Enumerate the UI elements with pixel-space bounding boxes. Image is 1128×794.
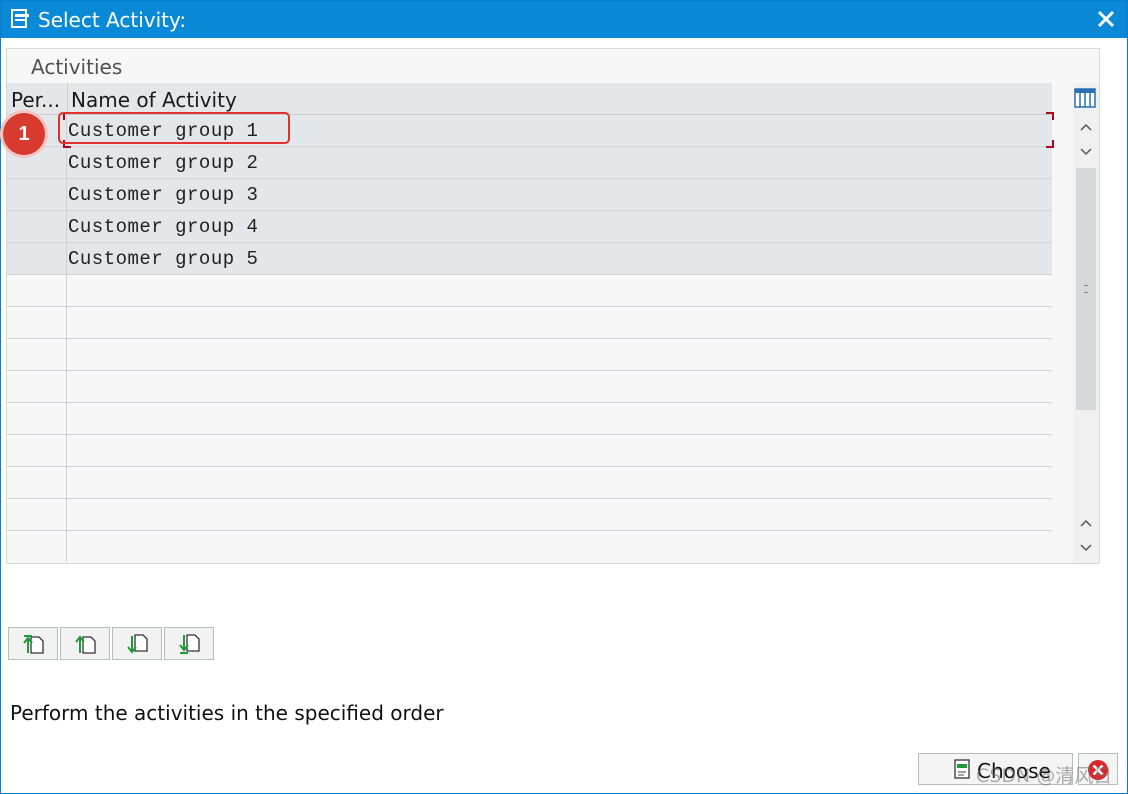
empty-row [7,307,1052,339]
move-up-icon [75,635,96,654]
table-row[interactable]: Customer group 2 [7,147,1052,179]
scroll-page-up-icon[interactable] [1074,512,1098,534]
watermark: CSDN @清风日下 [976,765,1113,794]
column-settings-icon[interactable] [1073,86,1097,110]
close-icon[interactable] [1095,8,1117,30]
step-badge: 1 [3,113,45,155]
chevron-down-icon [1080,148,1092,156]
chevron-up-icon [1080,123,1092,131]
row-selector[interactable] [7,179,67,210]
activities-table: Per... Name of Activity Customer group 1… [7,83,1052,564]
move-to-bottom-icon [179,634,200,654]
activity-name[interactable]: Customer group 4 [68,216,258,238]
move-down-button[interactable] [112,627,162,660]
table-row[interactable]: Customer group 3 [7,179,1052,211]
activity-name[interactable]: Customer group 5 [68,248,258,270]
row-selector[interactable] [7,211,67,242]
row-selector [7,403,67,434]
table-row[interactable]: Customer group 4 [7,211,1052,243]
title-bar: Select Activity: [1,1,1127,38]
activity-name[interactable]: Customer group 2 [68,152,258,174]
scroll-up-icon[interactable] [1074,116,1098,138]
scrollbar-thumb[interactable] [1076,168,1096,410]
row-selector [7,467,67,498]
focus-corner [1046,140,1054,148]
chevron-up-icon [1080,519,1092,527]
row-selector [7,339,67,370]
row-selector [7,435,67,466]
table-body: Customer group 1 Customer group 2 Custom… [7,115,1052,563]
empty-row [7,371,1052,403]
scrollbar-grip [1084,285,1088,293]
annotation-highlight [58,112,290,144]
choose-icon [954,759,970,779]
window-title: Select Activity: [38,8,187,32]
empty-row [7,435,1052,467]
empty-row [7,531,1052,563]
empty-row [7,467,1052,499]
select-activity-dialog: Select Activity: Activities Per... Name … [0,0,1128,794]
move-to-top-icon [23,635,44,654]
empty-row [7,275,1052,307]
column-divider[interactable] [67,83,68,115]
scroll-down-icon[interactable] [1074,141,1098,163]
row-selector[interactable] [7,243,67,274]
move-to-bottom-button[interactable] [164,627,214,660]
instruction-text: Perform the activities in the specified … [10,701,444,725]
column-header-per[interactable]: Per... [11,88,60,112]
row-selector [7,499,67,530]
panel-title: Activities [31,55,123,79]
dialog-icon [11,9,29,28]
scroll-page-down-icon[interactable] [1074,537,1098,559]
row-selector [7,531,67,562]
activity-name[interactable]: Customer group 3 [68,184,258,206]
row-selector [7,275,67,306]
chevron-down-icon [1080,544,1092,552]
empty-row [7,339,1052,371]
row-selector [7,371,67,402]
move-down-icon [127,634,148,654]
focus-corner [1046,112,1054,120]
table-row[interactable]: Customer group 5 [7,243,1052,275]
move-up-button[interactable] [60,627,110,660]
move-to-top-button[interactable] [8,627,58,660]
column-header-name-of-activity[interactable]: Name of Activity [71,88,237,112]
table-header: Per... Name of Activity [7,83,1052,115]
empty-row [7,499,1052,531]
empty-row [7,403,1052,435]
row-selector [7,307,67,338]
